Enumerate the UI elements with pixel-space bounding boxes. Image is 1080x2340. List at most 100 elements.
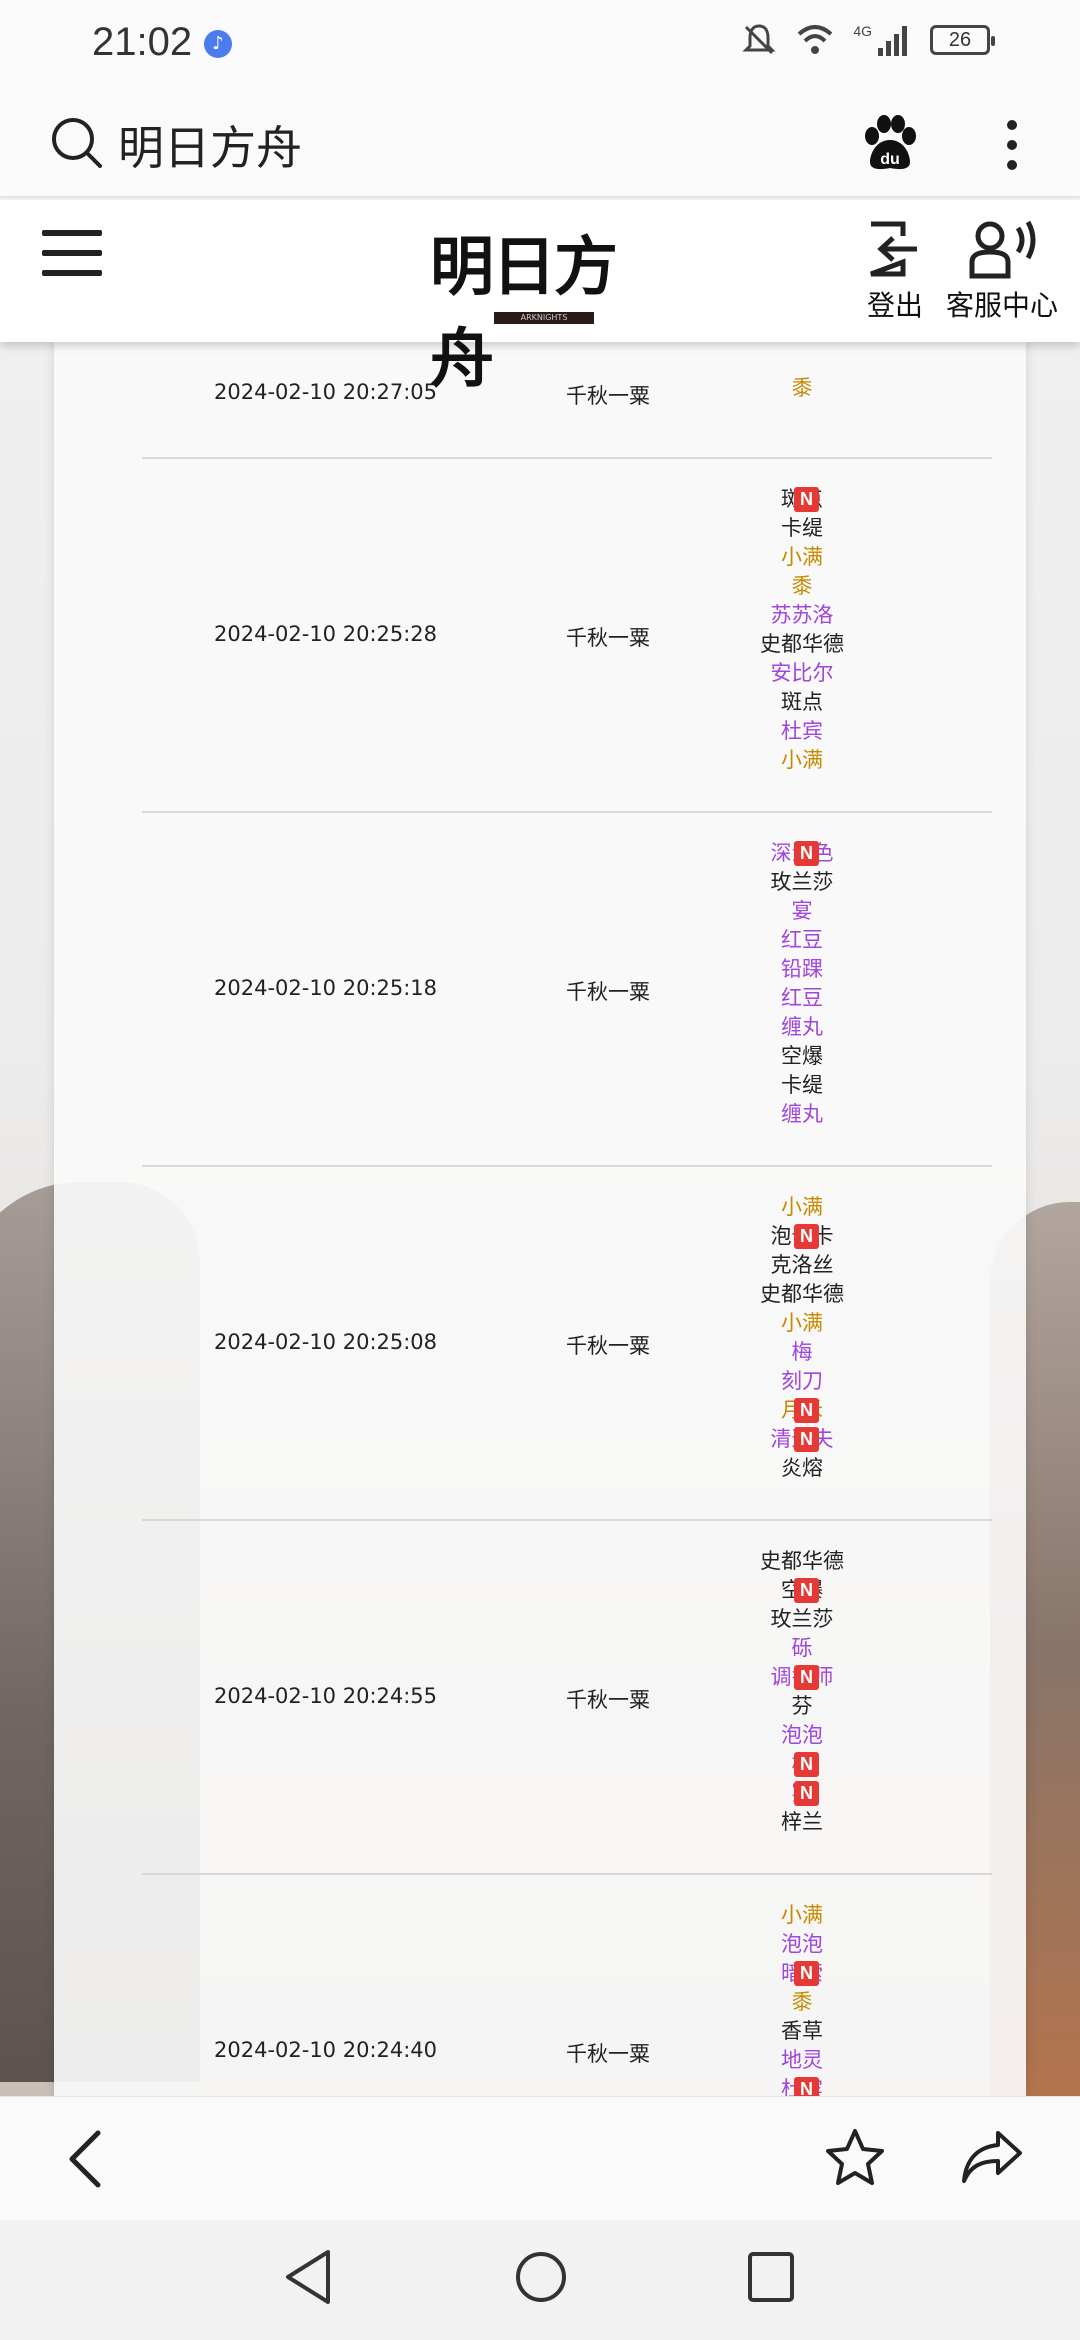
record-date: 2024-02-10 20:25:28 — [214, 622, 438, 646]
site-logo[interactable]: 明日方舟 ARKNIGHTS — [420, 214, 660, 397]
signal-icon — [878, 26, 907, 56]
operator-name: 地灵 — [781, 2048, 823, 2072]
logo-text: 明日方舟 — [430, 230, 618, 397]
operator-name: 小满 — [781, 748, 823, 772]
status-time: 21:02 — [92, 20, 193, 64]
operator-name: 小满 — [781, 1903, 823, 1927]
browser-bottom-bar — [0, 2096, 1080, 2220]
new-badge: N — [794, 1398, 819, 1423]
status-icons: 4G 26 — [741, 22, 995, 58]
network-type: 4G — [853, 23, 872, 39]
record-user: 千秋一粟 — [566, 2042, 650, 2066]
table-row: 2024-02-10 20:25:08千秋一粟小满泡普卡N克洛丝史都华德小满梅刻… — [142, 1167, 992, 1521]
operator-name: 小满 — [781, 545, 823, 569]
wifi-icon — [797, 25, 833, 54]
operator-name: 斑点 — [781, 690, 823, 714]
new-badge: N — [794, 1752, 819, 1777]
new-badge: N — [794, 1665, 819, 1690]
nav-home-icon[interactable] — [514, 2248, 568, 2306]
operator-name: 梅 — [791, 1340, 813, 1364]
customer-service-button[interactable]: 客服中心 — [946, 218, 1058, 324]
customer-service-label: 客服中心 — [946, 289, 1059, 322]
bookmark-star-icon[interactable] — [824, 2127, 886, 2189]
more-options-icon[interactable] — [1000, 114, 1024, 174]
site-header: 明日方舟 ARKNIGHTS 登出 客服中心 — [0, 200, 1080, 397]
operator-name: 红豆 — [781, 928, 823, 952]
record-date: 2024-02-10 20:27:05 — [214, 380, 438, 404]
records-panel[interactable]: 2024-02-10 20:27:05 千秋一粟黍 2024-02-10 20:25… — [54, 342, 1026, 2096]
new-badge: N — [794, 1578, 819, 1603]
operator-name: 香草 — [781, 2019, 823, 2043]
record-user: 千秋一粟 — [566, 1688, 650, 1712]
operator-name: 砾 — [791, 1636, 813, 1660]
page-background: 2024-02-10 20:27:05 千秋一粟黍 2024-02-10 20:25… — [0, 342, 1080, 2096]
operator-name: 缠丸 — [781, 1102, 823, 1126]
mute-icon — [742, 24, 776, 55]
search-icon[interactable] — [50, 116, 104, 170]
operator-name: 铅踝 — [781, 957, 823, 981]
new-badge: N — [794, 487, 819, 512]
operator-name: 黍 — [791, 574, 813, 598]
operator-name: 杜宾 — [781, 719, 823, 743]
status-bar: 21:02 ♪ 4G 26 — [0, 0, 1080, 90]
operator-name: 小满 — [781, 1311, 823, 1335]
operator-name: 黍 — [791, 1990, 813, 2014]
nav-back-icon[interactable] — [282, 2248, 334, 2306]
table-row: 2024-02-10 20:25:28千秋一粟斑点N卡缇小满黍苏苏洛史都华德安比… — [142, 459, 992, 813]
logo-subtitle: ARKNIGHTS — [494, 312, 594, 324]
record-date: 2024-02-10 20:24:40 — [214, 2038, 438, 2062]
operator-name: 炎熔 — [781, 1456, 823, 1480]
table-row: 2024-02-10 20:25:18千秋一粟深海色N玫兰莎宴红豆铅踝红豆缠丸空… — [142, 813, 992, 1167]
record-user: 千秋一粟 — [566, 1334, 650, 1358]
battery-icon: 26 — [930, 25, 995, 55]
operator-name: 安比尔 — [770, 661, 834, 685]
new-badge: N — [794, 1224, 819, 1249]
operator-name: 红豆 — [781, 986, 823, 1010]
record-user: 千秋一粟 — [566, 626, 650, 650]
new-badge: N — [794, 1427, 819, 1452]
operator-name: 玫兰莎 — [770, 1607, 834, 1631]
operator-name: 黍 — [791, 376, 813, 400]
operator-name: 刻刀 — [781, 1369, 823, 1393]
operator-name: 卡缇 — [781, 516, 823, 540]
new-badge: N — [794, 1961, 819, 1986]
new-badge: N — [794, 841, 819, 866]
menu-icon[interactable] — [42, 230, 102, 276]
search-query[interactable]: 明日方舟 — [118, 112, 302, 178]
operator-name: 梓兰 — [781, 1810, 823, 1834]
operator-name: 史都华德 — [760, 1549, 844, 1573]
new-badge: N — [794, 1781, 819, 1806]
system-navigation-bar — [0, 2220, 1080, 2340]
svg-text:du: du — [880, 151, 900, 168]
operator-name: 史都华德 — [760, 632, 844, 656]
music-note-icon: ♪ — [204, 30, 232, 58]
table-row: 2024-02-10 20:24:40千秋一粟小满泡泡暗索N黍香草地灵杜宾N — [142, 1875, 992, 2096]
nav-recents-icon[interactable] — [746, 2250, 796, 2304]
logout-label: 登出 — [866, 289, 923, 322]
record-date: 2024-02-10 20:24:55 — [214, 1684, 438, 1708]
operator-name: 泡泡 — [781, 1723, 823, 1747]
record-date: 2024-02-10 20:25:18 — [214, 976, 438, 1000]
operator-name: 缠丸 — [781, 1015, 823, 1039]
operator-name: 小满 — [781, 1195, 823, 1219]
operator-name: 苏苏洛 — [770, 603, 834, 627]
customer-service-icon — [969, 220, 1036, 279]
operator-name: 克洛丝 — [770, 1253, 834, 1277]
operator-name: 玫兰莎 — [770, 870, 834, 894]
search-bar[interactable]: 明日方舟 du — [0, 90, 1080, 198]
logout-icon — [870, 221, 917, 277]
table-row: 2024-02-10 20:24:55千秋一粟史都华德空爆N玫兰莎砾调香师N芬泡… — [142, 1521, 992, 1875]
operator-name: 泡泡 — [781, 1932, 823, 1956]
operator-name: 宴 — [791, 899, 813, 923]
back-arrow-icon[interactable] — [62, 2127, 112, 2191]
operator-name: 空爆 — [781, 1044, 823, 1068]
share-icon[interactable] — [960, 2129, 1024, 2185]
operator-name: 卡缇 — [781, 1073, 823, 1097]
operator-name: 史都华德 — [760, 1282, 844, 1306]
record-user: 千秋一粟 — [566, 980, 650, 1004]
record-date: 2024-02-10 20:25:08 — [214, 1330, 438, 1354]
baidu-paw-icon[interactable]: du — [862, 114, 918, 172]
operator-name: 芬 — [791, 1694, 813, 1718]
logout-button[interactable]: 登出 — [860, 218, 930, 324]
new-badge: N — [794, 2077, 819, 2096]
